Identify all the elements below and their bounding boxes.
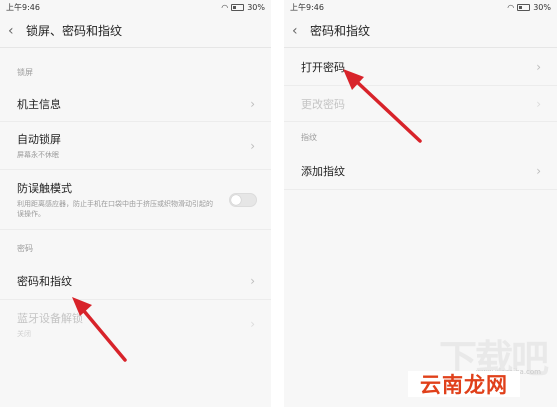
add-fingerprint-item[interactable]: 添加指纹 ›: [284, 152, 557, 190]
auto-lock-item[interactable]: 自动锁屏 屏幕永不休眠 ›: [0, 122, 271, 170]
section-header-password: 密码: [17, 244, 33, 253]
bt-unlock-subtitle: 关闭: [17, 329, 31, 338]
auto-lock-subtitle: 屏幕永不休眠: [17, 151, 59, 159]
title-bar: ‹ 锁屏、密码和指纹: [0, 14, 271, 48]
chevron-right-icon: ›: [250, 96, 255, 111]
battery-percent: 30%: [533, 2, 551, 12]
toggle-off-icon[interactable]: [229, 192, 257, 207]
battery-icon: [517, 3, 531, 11]
change-password-label: 更改密码: [301, 97, 345, 111]
page-title: 锁屏、密码和指纹: [26, 24, 123, 38]
password-fingerprint-label: 密码和指纹: [17, 274, 72, 288]
left-phone-screen: 上午9:46 ◠ 30% ‹ 锁屏、密码和指纹 锁屏 机主信息 › 自动锁屏 屏…: [0, 0, 271, 407]
anti-touch-subtitle: 利用距离感应器，防止手机在口袋中由于挤压或织物滑动引起的误操作。: [17, 200, 213, 218]
chevron-right-icon: ›: [250, 317, 255, 331]
wifi-icon: ◠: [221, 2, 229, 12]
watermark-brand: 云南龙网: [408, 371, 520, 397]
owner-info-item[interactable]: 机主信息 ›: [0, 86, 271, 122]
back-icon[interactable]: ‹: [292, 24, 308, 38]
chevron-right-icon: ›: [536, 96, 541, 111]
wifi-icon: ◠: [507, 2, 515, 12]
status-icons: ◠ 30%: [221, 3, 265, 12]
status-bar: 上午9:46 ◠ 30%: [284, 0, 557, 14]
add-fingerprint-label: 添加指纹: [301, 164, 345, 178]
auto-lock-label: 自动锁屏: [17, 133, 61, 146]
battery-icon: [231, 3, 245, 11]
anti-touch-label: 防误触模式: [17, 182, 72, 195]
bt-unlock-item: 蓝牙设备解锁 关闭 ›: [0, 300, 271, 348]
chevron-right-icon: ›: [250, 138, 255, 153]
chevron-right-icon: ›: [250, 273, 255, 288]
battery-percent: 30%: [247, 2, 265, 12]
page-title: 密码和指纹: [310, 24, 371, 38]
section-header-fingerprint: 指纹: [301, 133, 317, 142]
open-password-item[interactable]: 打开密码 ›: [284, 48, 557, 86]
status-time: 上午9:46: [290, 2, 324, 12]
title-bar: ‹ 密码和指纹: [284, 14, 557, 48]
status-icons: ◠ 30%: [507, 3, 551, 12]
open-password-label: 打开密码: [301, 60, 345, 74]
owner-info-label: 机主信息: [17, 97, 61, 111]
section-header-lock: 锁屏: [17, 68, 33, 77]
chevron-right-icon: ›: [536, 59, 541, 74]
chevron-right-icon: ›: [536, 163, 541, 178]
anti-touch-item[interactable]: 防误触模式 利用距离感应器，防止手机在口袋中由于挤压或织物滑动引起的误操作。: [0, 170, 271, 230]
password-fingerprint-item[interactable]: 密码和指纹 ›: [0, 262, 271, 300]
status-time: 上午9:46: [6, 2, 40, 12]
back-icon[interactable]: ‹: [8, 24, 24, 38]
status-bar: 上午9:46 ◠ 30%: [0, 0, 271, 14]
bt-unlock-label: 蓝牙设备解锁: [17, 311, 83, 325]
change-password-item: 更改密码 ›: [284, 86, 557, 122]
